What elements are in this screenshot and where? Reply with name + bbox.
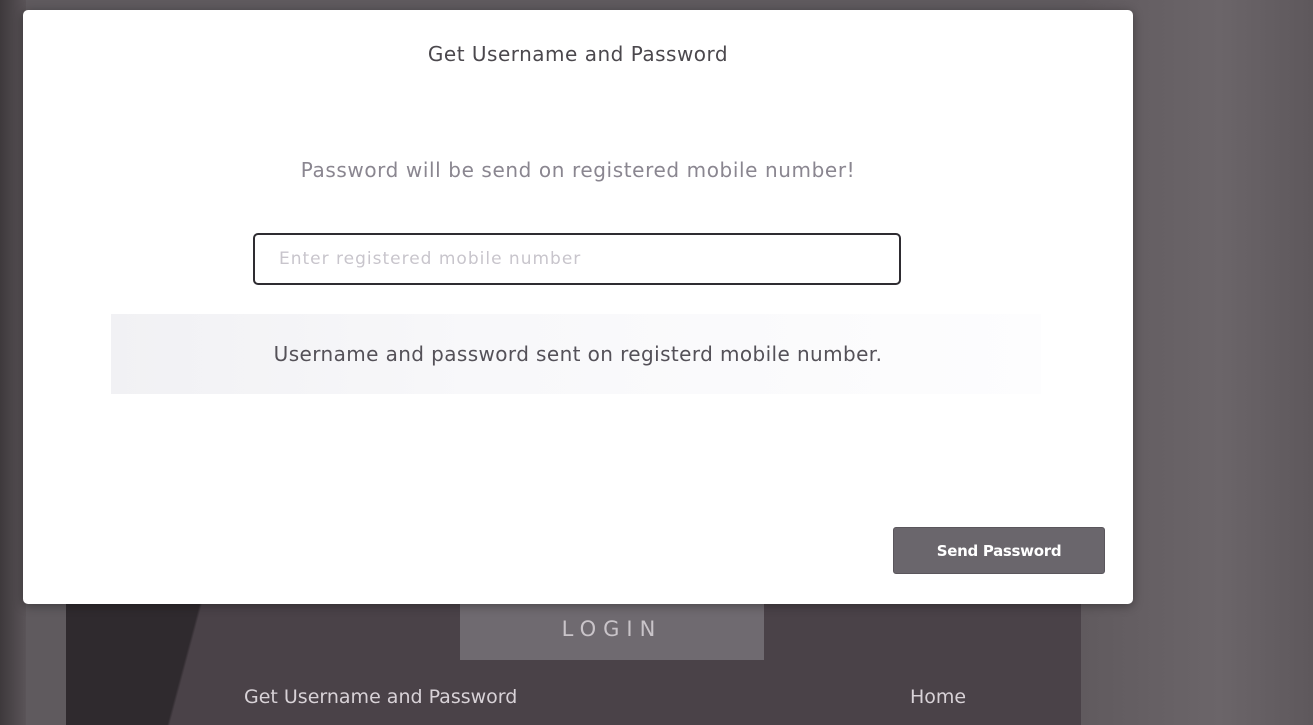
info-message: Password will be send on registered mobi… xyxy=(300,158,856,182)
success-message: Username and password sent on registerd … xyxy=(273,342,883,366)
screen: LOGIN Get Username and Password Home Get… xyxy=(0,0,1313,725)
login-button[interactable]: LOGIN xyxy=(460,596,764,660)
get-credentials-modal: Get Username and Password Password will … xyxy=(23,10,1133,604)
modal-title: Get Username and Password xyxy=(427,42,729,66)
send-password-button[interactable]: Send Password xyxy=(893,527,1105,574)
mobile-number-input[interactable] xyxy=(253,233,901,285)
home-link[interactable]: Home xyxy=(910,686,966,708)
get-username-password-link[interactable]: Get Username and Password xyxy=(244,686,517,708)
